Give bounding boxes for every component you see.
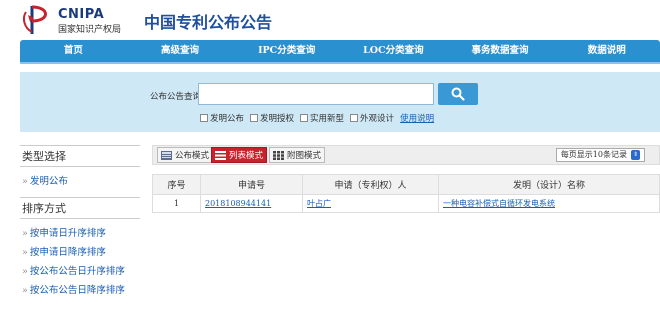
sidebar-item-label: 按申请日升序排序 <box>29 228 106 239</box>
grid-icon <box>273 150 284 160</box>
col-header-number: 序号 <box>152 174 201 195</box>
sidebar-item-invention-publication[interactable]: » 发明公布 <box>20 172 140 191</box>
invention-grant-checkbox[interactable] <box>250 114 259 122</box>
search-button[interactable] <box>438 83 478 105</box>
sort-pub-date-asc[interactable]: » 按公布公告日升序排序 <box>20 262 140 281</box>
sidebar: 类型选择 » 发明公布 排序方式 » 按申请日升序排序 » 按申请日降序排序 » 按公布… <box>20 145 140 300</box>
sidebar-item-label: 按申请日降序排序 <box>29 247 106 258</box>
option-design[interactable]: 外观设计 <box>350 112 394 124</box>
option-invention-grant[interactable]: 发明授权 <box>250 112 294 124</box>
type-selection-heading: 类型选择 <box>20 145 140 167</box>
chevron-right-icon: » <box>22 176 28 187</box>
design-checkbox[interactable] <box>350 114 359 122</box>
sidebar-item-label: 按公布公告日升序排序 <box>29 266 125 277</box>
logo-text-en: CNIPA <box>58 7 105 22</box>
app-no-link[interactable]: 2018108944141 <box>205 199 271 208</box>
invention-publication-checkbox[interactable] <box>200 114 208 122</box>
col-header-applicant: 申请（专利权）人 <box>302 174 439 195</box>
cnipa-logo-icon <box>23 5 47 34</box>
type-filter-options: 发明公布 发明授权 实用新型 外观设计 使用说明 <box>200 112 434 124</box>
site-header: CNIPA 国家知识产权局 中国专利公布公告 <box>0 0 660 38</box>
figure-mode-button[interactable]: 附图模式 <box>269 147 326 163</box>
cnipa-logo[interactable]: CNIPA 国家知识产权局 <box>22 4 140 36</box>
logo-text-cn: 国家知识产权局 <box>58 25 122 35</box>
sort-pub-date-desc[interactable]: » 按公布公告日降序排序 <box>20 281 140 300</box>
chevron-right-icon: » <box>22 247 28 258</box>
site-title: 中国专利公布公告 <box>144 13 273 32</box>
per-page-select[interactable]: 每页显示10条记录 ⇕ <box>555 148 645 162</box>
nav-item-home[interactable]: 首页 <box>20 40 127 62</box>
utility-model-checkbox[interactable] <box>300 114 309 122</box>
nav-item-ipc-search[interactable]: IPC分类查询 <box>233 40 340 62</box>
chevron-right-icon: » <box>22 228 28 239</box>
search-input[interactable] <box>198 83 434 105</box>
nav-divider <box>20 62 660 64</box>
row-applicant: 叶占广 <box>302 194 439 213</box>
nav-item-data-description[interactable]: 数据说明 <box>553 40 660 62</box>
search-panel: 公布公告查询 发明公布 发明授权 实用新型 外观设计 使用说明 <box>20 72 660 132</box>
option-utility-model[interactable]: 实用新型 <box>300 112 344 124</box>
list-mode-button[interactable]: 列表模式 <box>211 147 268 163</box>
row-app-no: 2018108944141 <box>200 194 303 213</box>
mode-label: 附图模式 <box>287 151 322 161</box>
main-nav: 首页 高级查询 IPC分类查询 LOC分类查询 事务数据查询 数据说明 <box>20 40 660 62</box>
per-page-value: 每页显示10条记录 <box>560 150 627 159</box>
nav-item-advanced-search[interactable]: 高级查询 <box>127 40 234 62</box>
mode-label: 列表模式 <box>229 151 264 161</box>
select-arrows-icon: ⇕ <box>631 150 640 160</box>
publication-mode-icon <box>161 150 172 160</box>
publication-mode-button[interactable]: 公布模式 <box>157 147 214 163</box>
option-label: 发明授权 <box>260 114 295 124</box>
nav-item-loc-search[interactable]: LOC分类查询 <box>340 40 447 62</box>
sort-method-heading: 排序方式 <box>20 197 140 219</box>
title-link[interactable]: 一种电容补偿式自循环发电系统 <box>443 199 555 208</box>
row-title: 一种电容补偿式自循环发电系统 <box>438 194 660 213</box>
table-row: 1 2018108944141 叶占广 一种电容补偿式自循环发电系统 <box>152 194 660 213</box>
usage-help-link[interactable]: 使用说明 <box>400 112 434 124</box>
col-header-app-no: 申请号 <box>200 174 303 195</box>
option-label: 实用新型 <box>310 114 345 124</box>
sidebar-item-label: 发明公布 <box>29 176 68 187</box>
table-header-row: 序号 申请号 申请（专利权）人 发明（设计）名称 <box>152 174 660 195</box>
search-label: 公布公告查询 <box>150 92 202 102</box>
nav-item-transaction-search[interactable]: 事务数据查询 <box>447 40 554 62</box>
option-label: 外观设计 <box>360 114 395 124</box>
list-icon <box>215 150 226 160</box>
chevron-right-icon: » <box>22 285 28 296</box>
applicant-link[interactable]: 叶占广 <box>307 199 331 208</box>
row-number: 1 <box>152 194 201 213</box>
chevron-right-icon: » <box>22 266 28 277</box>
sidebar-item-label: 按公布公告日降序排序 <box>29 285 125 296</box>
option-invention-publication[interactable]: 发明公布 <box>200 112 244 124</box>
option-label: 发明公布 <box>210 114 245 124</box>
search-icon <box>451 87 465 101</box>
results-table: 序号 申请号 申请（专利权）人 发明（设计）名称 1 2018108944141… <box>152 174 660 213</box>
sort-app-date-desc[interactable]: » 按申请日降序排序 <box>20 243 140 262</box>
mode-label: 公布模式 <box>175 151 210 161</box>
col-header-title: 发明（设计）名称 <box>438 174 660 195</box>
view-mode-bar: 公布模式 列表模式 附图模式 每页显示10条记录 ⇕ <box>152 145 660 165</box>
sort-app-date-asc[interactable]: » 按申请日升序排序 <box>20 224 140 243</box>
